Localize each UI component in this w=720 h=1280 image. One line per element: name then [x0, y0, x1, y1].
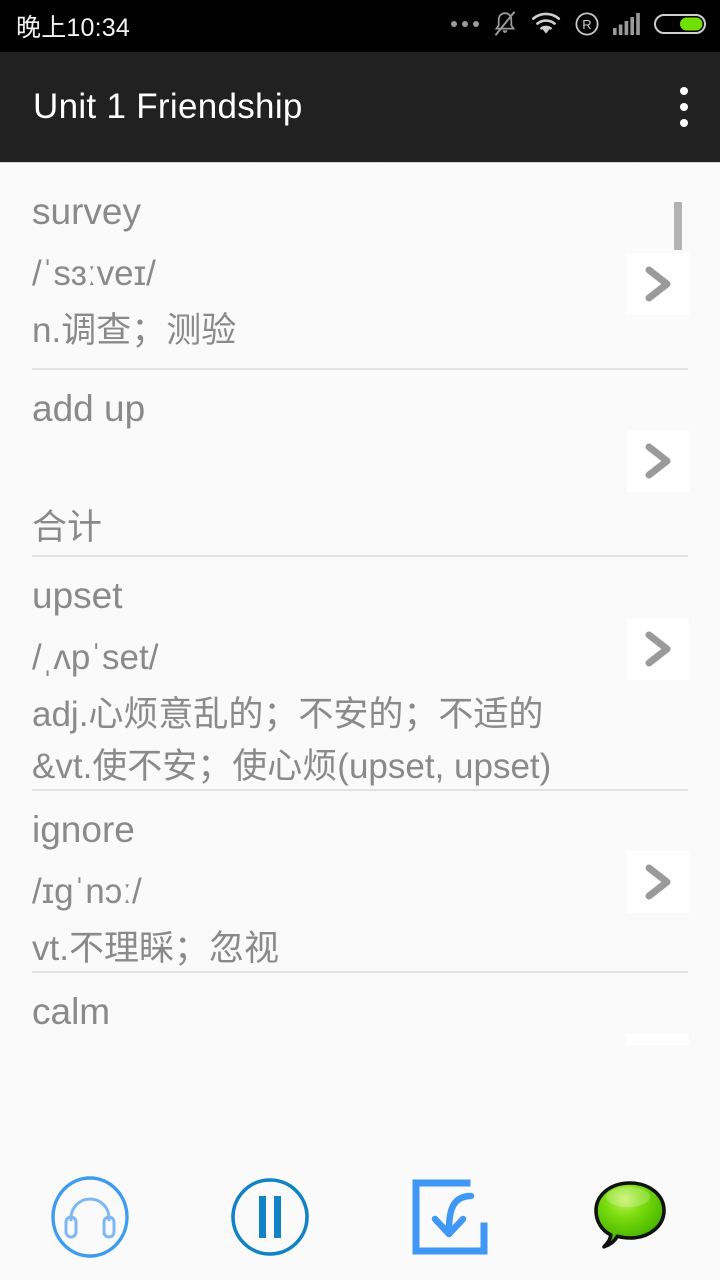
- status-bar-icons: R: [451, 0, 706, 52]
- status-bar-clock: 晚上10:34: [16, 14, 130, 42]
- list-item[interactable]: survey /ˈsɜːveɪ/ n.调查；测验: [0, 163, 720, 368]
- content-gap: [0, 1045, 720, 1154]
- phonetic-text: /ˌʌpˈset/: [32, 638, 159, 677]
- word-text: survey: [32, 191, 141, 232]
- word-text: ignore: [32, 809, 135, 850]
- phonetic-text: /ˈsɜːveɪ/: [32, 254, 156, 293]
- chevron-right-icon: [645, 631, 671, 667]
- svg-text:R: R: [582, 17, 591, 32]
- list-scrollbar-thumb[interactable]: [674, 202, 682, 250]
- list-item[interactable]: ignore /ɪgˈnɔː/ vt.不理睬；忽视: [0, 791, 720, 971]
- overflow-dot-icon: [680, 87, 688, 95]
- app-bar: Unit 1 Friendship: [0, 52, 720, 162]
- overflow-dot-icon: [680, 119, 688, 127]
- status-bar: 晚上10:34 R: [0, 0, 720, 52]
- item-detail-chevron-button[interactable]: [627, 851, 689, 913]
- more-dots-icon: [451, 21, 479, 31]
- meaning-text: n.调查；测验: [32, 311, 237, 350]
- chat-button[interactable]: [540, 1154, 720, 1280]
- silent-bell-icon: [492, 10, 518, 43]
- word-text: calm: [32, 991, 111, 1032]
- bottom-toolbar: [0, 1154, 720, 1280]
- green-speech-balloon-icon: [594, 1181, 666, 1249]
- meaning-text: 合计: [32, 508, 103, 547]
- word-list[interactable]: survey /ˈsɜːveɪ/ n.调查；测验 add up 合计 upset…: [0, 163, 720, 1045]
- app-screen: 晚上10:34 R Unit 1 Friendship survey /ˈsɜː…: [0, 0, 720, 1280]
- list-item[interactable]: calm: [0, 973, 720, 1045]
- item-detail-chevron-button[interactable]: [627, 618, 689, 680]
- word-text: add up: [32, 388, 146, 429]
- listen-button[interactable]: [0, 1154, 180, 1280]
- import-download-icon: [412, 1179, 488, 1255]
- wifi-icon: [531, 12, 561, 41]
- chevron-right-icon: [645, 443, 671, 479]
- item-detail-chevron-button[interactable]: [627, 253, 689, 315]
- list-item[interactable]: add up 合计: [0, 370, 720, 555]
- signal-bars-icon: [613, 12, 641, 41]
- meaning-text: adj.心烦意乱的；不安的；不适的 &vt.使不安；使心烦(upset, ups…: [32, 695, 552, 786]
- pause-button[interactable]: [180, 1154, 360, 1280]
- overflow-menu-button[interactable]: [648, 52, 720, 162]
- headphones-circle-icon: [51, 1176, 129, 1258]
- item-detail-chevron-button[interactable]: [627, 430, 689, 492]
- chevron-right-icon: [645, 266, 671, 302]
- import-button[interactable]: [360, 1154, 540, 1280]
- chevron-right-icon: [645, 864, 671, 900]
- battery-icon: [654, 11, 706, 42]
- page-title: Unit 1 Friendship: [33, 87, 303, 126]
- phonetic-text: [32, 440, 688, 502]
- overflow-dot-icon: [680, 103, 688, 111]
- pause-circle-icon: [231, 1178, 309, 1256]
- item-detail-chevron-button[interactable]: [627, 1033, 689, 1045]
- phonetic-text: /ɪgˈnɔː/: [32, 872, 142, 911]
- list-item[interactable]: upset /ˌʌpˈset/ adj.心烦意乱的；不安的；不适的 &vt.使不…: [0, 557, 720, 789]
- roaming-icon: R: [574, 11, 600, 42]
- word-text: upset: [32, 575, 123, 616]
